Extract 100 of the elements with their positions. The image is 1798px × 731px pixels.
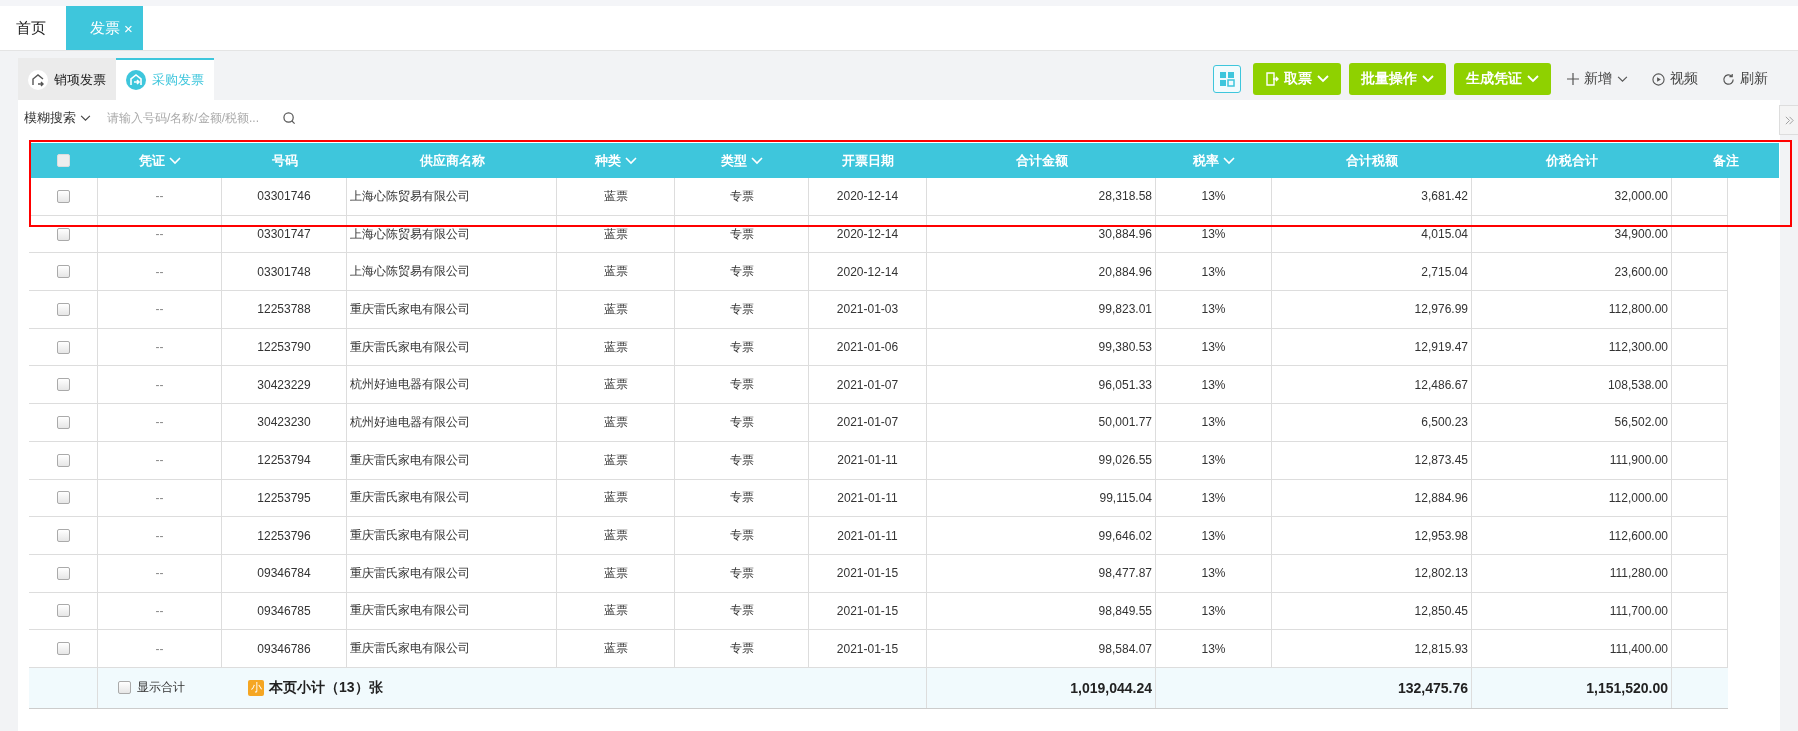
table-cell: 蓝票 [603,413,628,431]
row-checkbox[interactable] [56,265,70,279]
table-cell: 专票 [729,564,754,582]
column-header: 号码 [271,151,298,170]
row-checkbox[interactable] [56,189,70,203]
dropdown-button[interactable]: 批量操作 [1349,63,1446,95]
table-cell: 2021-01-03 [836,302,899,317]
row-checkbox[interactable] [56,491,70,505]
add-button[interactable]: 新增 [1559,70,1636,88]
table-cell: 12,815.93 [1414,641,1468,656]
table-cell: 蓝票 [603,564,628,582]
table-cell: -- [155,377,164,392]
row-checkbox[interactable] [56,642,70,656]
table-cell: 重庆雷氏家电有限公司 [350,564,470,582]
table-cell: 专票 [729,413,754,431]
search-mode-dropdown[interactable]: 模糊搜索 [24,109,91,127]
row-checkbox[interactable] [56,302,70,316]
table-cell: -- [155,415,164,430]
page-tab[interactable]: 首页 [0,6,62,50]
dropdown-button[interactable]: 取票 [1253,63,1341,95]
table-cell: 12,802.13 [1414,566,1468,581]
table-cell: 13% [1201,227,1226,242]
row-checkbox[interactable] [56,604,70,618]
table-cell: 专票 [729,527,754,545]
search-icon[interactable] [283,111,296,125]
table-cell: 111,700.00 [1609,603,1668,618]
select-all-checkbox[interactable] [57,154,70,167]
table-cell: 03301746 [257,189,311,204]
refresh-button[interactable]: 刷新 [1714,70,1776,88]
table-cell: 34,900.00 [1614,227,1668,242]
table-cell: 112,600.00 [1608,528,1668,543]
table-cell: 99,026.55 [1098,453,1152,468]
table-cell: 专票 [729,300,754,318]
table-cell: 2020-12-14 [836,189,899,204]
caret-icon [80,114,91,122]
total-value: 1,019,044.24 [1070,679,1152,696]
dropdown-button[interactable]: 生成凭证 [1454,63,1551,95]
close-icon[interactable]: × [124,19,133,37]
page-tab[interactable]: 发票 × [66,6,143,50]
column-header[interactable]: 类型 [721,151,747,170]
table-cell: 13% [1201,490,1226,505]
column-header[interactable]: 税率 [1193,151,1219,170]
table-cell: 专票 [729,187,754,205]
table-cell: -- [155,603,164,618]
row-checkbox[interactable] [56,566,70,580]
table-cell: 2021-01-15 [836,641,899,656]
total-value: 1,151,520.00 [1586,679,1668,696]
table-cell: 重庆雷氏家电有限公司 [350,602,470,620]
table-cell: 30423230 [257,415,311,430]
table-cell: 13% [1201,415,1226,430]
row-checkbox[interactable] [56,415,70,429]
table-cell: 上海心陈贸易有限公司 [350,225,470,243]
table-cell: 99,115.04 [1099,490,1152,505]
table-cell: 13% [1201,566,1226,581]
table-cell: 111,280.00 [1609,566,1668,581]
show-total-checkbox[interactable] [118,681,131,695]
table-cell: 09346786 [257,641,311,656]
table-cell: 13% [1201,302,1226,317]
table-cell: 专票 [729,602,754,620]
table-cell: 99,823.01 [1098,302,1152,317]
caret-icon[interactable] [751,156,763,165]
row-checkbox[interactable] [56,378,70,392]
table-cell: -- [155,264,164,279]
table-cell: 2021-01-06 [836,340,899,355]
table-cell: 12,919.47 [1414,340,1468,355]
table-cell: 重庆雷氏家电有限公司 [350,527,470,545]
ticket-arrow-icon [1265,72,1279,86]
table-cell: -- [155,340,164,355]
column-header: 备注 [1712,151,1739,170]
column-header: 供应商名称 [419,151,485,170]
row-checkbox[interactable] [56,453,70,467]
table-cell: 13% [1201,264,1226,279]
row-checkbox[interactable] [56,227,70,241]
row-checkbox[interactable] [56,340,70,354]
invoice-tab[interactable]: 采购发票 [116,58,214,100]
caret-icon[interactable] [625,156,637,165]
table-cell: 专票 [729,338,754,356]
table-cell: 12,850.45 [1414,603,1468,618]
column-header[interactable]: 种类 [595,151,621,170]
table-cell: 2020-12-14 [836,264,899,279]
table-cell: 蓝票 [603,527,628,545]
table-cell: 12253796 [257,528,311,543]
table-cell: -- [155,490,164,505]
column-header: 价税合计 [1546,151,1598,170]
table-cell: 蓝票 [603,187,628,205]
table-cell: 杭州好迪电器有限公司 [350,413,470,431]
invoice-tab[interactable]: 销项发票 [18,58,116,100]
table-cell: 2021-01-07 [836,415,899,430]
table-cell: 13% [1201,528,1226,543]
video-button[interactable]: 视频 [1644,70,1706,88]
row-checkbox[interactable] [56,529,70,543]
table-cell: 12,953.98 [1414,528,1468,543]
table-cell: 50,001.77 [1098,415,1152,430]
caret-icon[interactable] [1223,156,1235,165]
collapse-handle[interactable] [1779,105,1798,135]
column-header[interactable]: 凭证 [139,151,165,170]
table-cell: -- [155,566,164,581]
caret-icon[interactable] [169,156,181,165]
layout-button[interactable] [1213,65,1241,93]
column-header: 合计金额 [1015,151,1068,170]
